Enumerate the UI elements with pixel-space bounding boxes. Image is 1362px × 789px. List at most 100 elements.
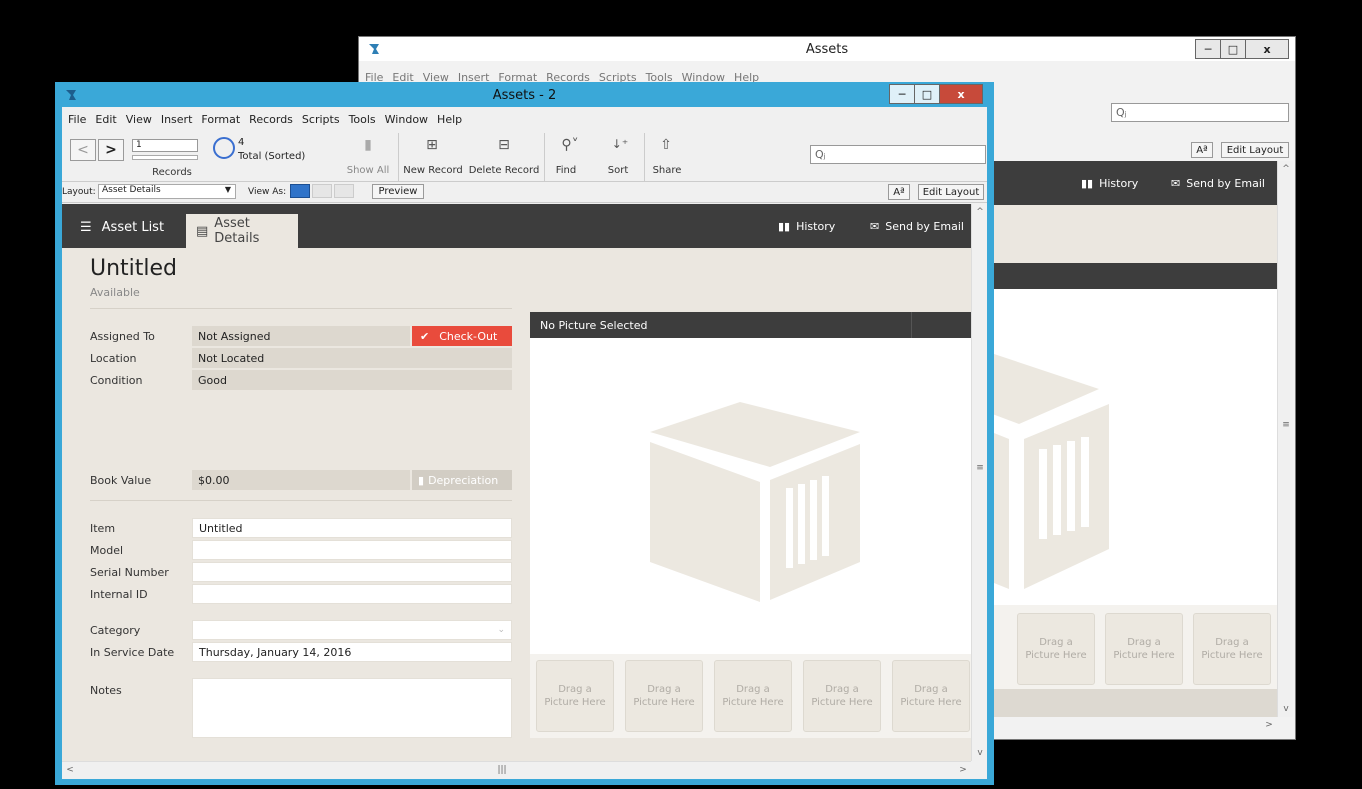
view-list-icon[interactable] <box>312 184 332 198</box>
menu-insert[interactable]: Insert <box>161 113 193 126</box>
back-titlebar[interactable]: Assets ─ □ x <box>359 37 1295 61</box>
history-icon: ▮▮ <box>1081 177 1094 190</box>
picture-drop-zone[interactable]: Drag a Picture Here <box>803 660 881 732</box>
menu-scripts[interactable]: Scripts <box>302 113 340 126</box>
back-edit-layout-button[interactable]: Edit Layout <box>1221 142 1289 158</box>
nav-bar: ☰ Asset List ▤ Asset Details ▮▮ History … <box>62 204 971 248</box>
back-vertical-scrollbar[interactable]: ^ ≡ v <box>1277 161 1293 717</box>
sort-button[interactable]: Sort <box>602 165 634 176</box>
front-titlebar[interactable]: Assets - 2 ─ □ x <box>56 83 993 107</box>
layout-select-value: Asset Details <box>102 185 161 195</box>
tab-asset-list-label: Asset List <box>101 220 165 235</box>
next-record-button[interactable]: > <box>98 139 124 161</box>
find-icon[interactable]: ⚲˅ <box>554 137 586 153</box>
menu-edit[interactable]: Edit <box>95 113 116 126</box>
maximize-icon[interactable]: □ <box>914 84 940 104</box>
show-all-icon[interactable]: ▮ <box>358 137 378 153</box>
scroll-right-icon[interactable]: > <box>955 762 971 778</box>
record-title: Untitled <box>90 256 178 281</box>
in-service-date-field[interactable]: Thursday, January 14, 2016 <box>192 642 512 662</box>
show-all-button[interactable]: Show All <box>340 165 396 176</box>
scroll-up-icon[interactable]: ^ <box>1278 161 1294 177</box>
back-history-link[interactable]: ▮▮ History <box>1081 177 1138 190</box>
edit-layout-button[interactable]: Edit Layout <box>918 184 984 200</box>
front-menubar: File Edit View Insert Format Records Scr… <box>62 113 987 126</box>
history-link[interactable]: ▮▮ History <box>778 220 835 233</box>
scroll-grip-icon[interactable]: ||| <box>494 762 510 778</box>
app-icon <box>66 90 76 100</box>
serial-number-field[interactable] <box>192 562 512 582</box>
picture-drop-zone[interactable]: Drag a Picture Here <box>536 660 614 732</box>
menu-tools[interactable]: Tools <box>349 113 376 126</box>
back-send-email-link[interactable]: ✉ Send by Email <box>1171 177 1265 190</box>
scroll-down-icon[interactable]: v <box>1278 701 1294 717</box>
new-record-icon[interactable]: ⊞ <box>422 137 442 153</box>
scroll-grip-icon[interactable]: ≡ <box>972 460 988 476</box>
location-field[interactable]: Not Located <box>192 348 512 368</box>
back-font-button[interactable]: Aª <box>1191 142 1213 158</box>
menu-file[interactable]: File <box>68 113 86 126</box>
envelope-icon: ✉ <box>1171 177 1181 190</box>
back-drop-zone[interactable]: Drag a Picture Here <box>1105 613 1183 685</box>
tab-asset-details[interactable]: ▤ Asset Details <box>186 214 298 248</box>
minimize-icon[interactable]: ─ <box>1195 39 1221 59</box>
vertical-scrollbar[interactable]: ^ ≡ v <box>971 204 987 761</box>
notes-field[interactable] <box>192 678 512 738</box>
book-value-field[interactable]: $0.00 <box>192 470 410 490</box>
font-size-button[interactable]: Aª <box>888 184 910 200</box>
sort-icon[interactable]: ↓⁺ <box>610 137 630 151</box>
assigned-to-field[interactable]: Not Assigned <box>192 326 410 346</box>
minimize-icon[interactable]: ─ <box>889 84 915 104</box>
menu-window[interactable]: Window <box>385 113 428 126</box>
previous-record-button[interactable]: < <box>70 139 96 161</box>
send-email-label: Send by Email <box>885 220 964 233</box>
preview-button[interactable]: Preview <box>372 184 424 199</box>
send-email-link[interactable]: ✉ Send by Email <box>870 220 964 233</box>
close-icon[interactable]: x <box>1245 39 1289 59</box>
menu-records[interactable]: Records <box>249 113 293 126</box>
new-record-button[interactable]: New Record <box>400 165 466 176</box>
menu-view[interactable]: View <box>126 113 152 126</box>
horizontal-scrollbar[interactable]: < ||| > <box>62 761 971 777</box>
view-form-icon[interactable] <box>290 184 310 198</box>
delete-record-button[interactable]: Delete Record <box>466 165 542 176</box>
chevron-down-icon: ⌄ <box>497 625 505 635</box>
toolbar-divider <box>544 133 545 183</box>
model-field[interactable] <box>192 540 512 560</box>
menu-help[interactable]: Help <box>437 113 462 126</box>
picture-drop-zone[interactable]: Drag a Picture Here <box>625 660 703 732</box>
back-drop-zone[interactable]: Drag a Picture Here <box>1193 613 1271 685</box>
record-slider[interactable] <box>132 155 198 160</box>
list-icon: ☰ <box>80 220 92 235</box>
depreciation-button[interactable]: ▮ Depreciation <box>412 470 512 490</box>
picture-area[interactable] <box>530 338 971 654</box>
share-icon[interactable]: ⇧ <box>656 137 676 153</box>
find-button[interactable]: Find <box>552 165 580 176</box>
share-button[interactable]: Share <box>652 165 682 176</box>
record-number-input[interactable]: 1 <box>132 139 198 152</box>
picture-drop-zone[interactable]: Drag a Picture Here <box>714 660 792 732</box>
scroll-grip-icon[interactable]: ≡ <box>1278 417 1294 433</box>
menu-format[interactable]: Format <box>201 113 240 126</box>
category-select[interactable]: ⌄ <box>192 620 512 640</box>
close-icon[interactable]: x <box>939 84 983 104</box>
scroll-up-icon[interactable]: ^ <box>972 204 988 220</box>
scroll-down-icon[interactable]: v <box>972 745 988 761</box>
search-input[interactable]: Qⱼ <box>810 145 986 164</box>
view-table-icon[interactable] <box>334 184 354 198</box>
scroll-left-icon[interactable]: < <box>62 762 78 778</box>
item-label: Item <box>90 522 116 535</box>
delete-record-icon[interactable]: ⊟ <box>494 137 514 153</box>
box-placeholder-icon <box>650 402 860 602</box>
back-scroll-right-icon[interactable]: > <box>1261 717 1277 733</box>
checkout-button[interactable]: ✔ Check-Out <box>412 326 512 346</box>
condition-field[interactable]: Good <box>192 370 512 390</box>
picture-drop-zone[interactable]: Drag a Picture Here <box>892 660 970 732</box>
back-search-input[interactable]: Qⱼ <box>1111 103 1289 122</box>
internal-id-field[interactable] <box>192 584 512 604</box>
maximize-icon[interactable]: □ <box>1220 39 1246 59</box>
back-drop-zone[interactable]: Drag a Picture Here <box>1017 613 1095 685</box>
tab-asset-list[interactable]: ☰ Asset List <box>80 220 164 235</box>
layout-select[interactable]: Asset Details ▼ <box>98 184 236 199</box>
item-field[interactable]: Untitled <box>192 518 512 538</box>
